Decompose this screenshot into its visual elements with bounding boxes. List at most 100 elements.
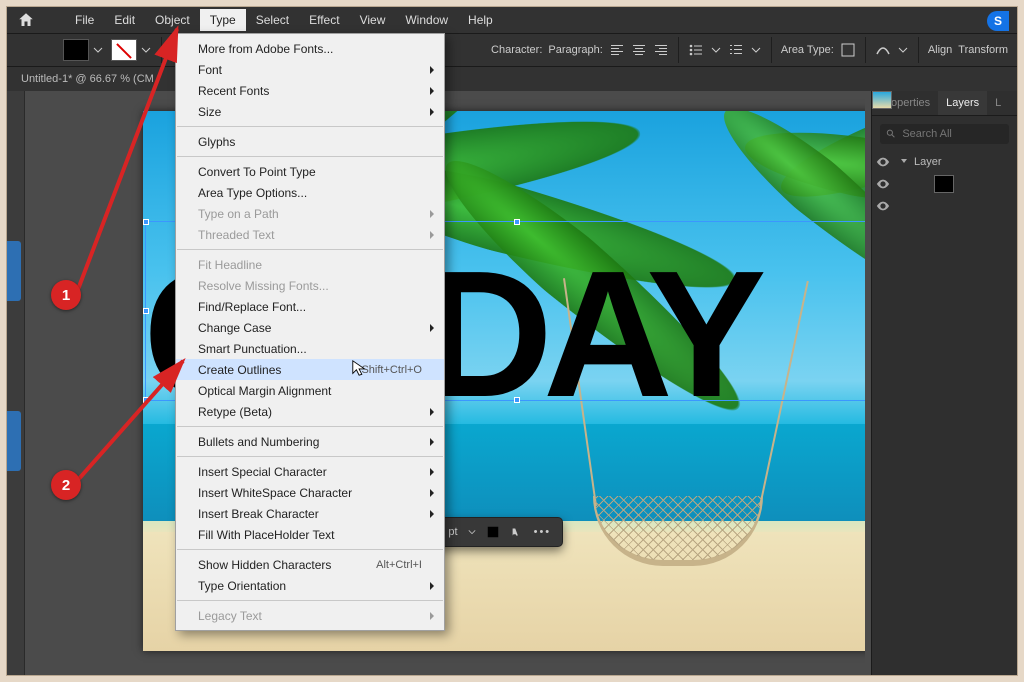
menu-item-show-hidden-characters[interactable]: Show Hidden CharactersAlt+Ctrl+I	[176, 554, 444, 575]
menu-effect[interactable]: Effect	[299, 9, 349, 31]
menu-item-label: Insert Break Character	[198, 507, 319, 521]
character-label: Character:	[491, 44, 542, 56]
transform-label[interactable]: Transform	[958, 44, 1008, 56]
workarea: CH DAY 190 pt	[7, 91, 1017, 675]
numlist-dd-icon[interactable]	[751, 45, 761, 55]
menu-item-glyphs[interactable]: Glyphs	[176, 131, 444, 152]
menu-item-smart-punctuation[interactable]: Smart Punctuation...	[176, 338, 444, 359]
menu-separator	[177, 426, 443, 427]
mouse-cursor-icon	[351, 359, 369, 377]
menu-item-insert-break-character[interactable]: Insert Break Character	[176, 503, 444, 524]
menu-item-threaded-text: Threaded Text	[176, 224, 444, 245]
menu-select[interactable]: Select	[246, 9, 299, 31]
warp-dd-icon[interactable]	[898, 45, 908, 55]
stroke-swatch[interactable]	[111, 39, 137, 61]
submenu-arrow-icon	[428, 63, 436, 77]
menu-item-label: Size	[198, 105, 221, 119]
menu-separator	[177, 549, 443, 550]
menu-object[interactable]: Object	[145, 9, 200, 31]
visibility-icon[interactable]	[876, 199, 890, 213]
menu-type[interactable]: Type	[200, 9, 246, 31]
document-tab[interactable]: Untitled-1* @ 66.67 % (CM	[7, 67, 1017, 91]
menu-item-label: Type Orientation	[198, 579, 286, 593]
layers-search-input[interactable]	[902, 128, 1003, 140]
list-dd-icon[interactable]	[711, 45, 721, 55]
menu-separator	[177, 456, 443, 457]
submenu-arrow-icon	[428, 321, 436, 335]
layer-thumb	[872, 91, 892, 109]
area-type-label: Area Type:	[781, 44, 834, 56]
share-button[interactable]: S	[987, 11, 1009, 31]
visibility-icon[interactable]	[876, 177, 890, 191]
menu-item-more-from-adobe-fonts[interactable]: More from Adobe Fonts...	[176, 38, 444, 59]
menu-item-label: Area Type Options...	[198, 186, 307, 200]
app-window: FileEditObjectTypeSelectEffectViewWindow…	[6, 6, 1018, 676]
canvas-viewport[interactable]: CH DAY 190 pt	[33, 91, 865, 675]
left-ruler	[7, 91, 25, 675]
submenu-arrow-icon	[428, 84, 436, 98]
menu-separator	[177, 126, 443, 127]
menu-item-convert-to-point-type[interactable]: Convert To Point Type	[176, 161, 444, 182]
control-bar: Character: Paragraph: Area Type: Align T…	[7, 33, 1017, 67]
twisty-icon[interactable]	[900, 156, 910, 168]
submenu-arrow-icon	[428, 435, 436, 449]
menu-help[interactable]: Help	[458, 9, 503, 31]
menu-edit[interactable]: Edit	[104, 9, 145, 31]
align-center-icon[interactable]	[630, 41, 648, 59]
stroke-dropdown-icon[interactable]	[141, 45, 151, 55]
char-panel-icon[interactable]	[510, 525, 524, 539]
layers-tab[interactable]: Layers	[938, 91, 987, 115]
align-label[interactable]: Align	[928, 44, 952, 56]
menu-item-insert-whitespace-character[interactable]: Insert WhiteSpace Character	[176, 482, 444, 503]
menu-shortcut: Shift+Ctrl+O	[361, 364, 422, 376]
menu-item-insert-special-character[interactable]: Insert Special Character	[176, 461, 444, 482]
menu-view[interactable]: View	[350, 9, 396, 31]
menu-item-font[interactable]: Font	[176, 59, 444, 80]
visibility-icon[interactable]	[876, 155, 890, 169]
area-type-icon[interactable]	[839, 41, 857, 59]
more-icon[interactable]: •••	[534, 526, 552, 538]
font-size-dd[interactable]	[468, 528, 476, 536]
align-right-icon[interactable]	[652, 41, 670, 59]
doc-title: Untitled-1* @ 66.67 % (CM	[21, 73, 154, 85]
menu-item-find-replace-font[interactable]: Find/Replace Font...	[176, 296, 444, 317]
submenu-arrow-icon	[428, 609, 436, 623]
menu-item-type-on-a-path: Type on a Path	[176, 203, 444, 224]
menu-file[interactable]: File	[65, 9, 104, 31]
menu-item-optical-margin-alignment[interactable]: Optical Margin Alignment	[176, 380, 444, 401]
menu-item-fill-with-placeholder-text[interactable]: Fill With PlaceHolder Text	[176, 524, 444, 545]
number-list-icon[interactable]	[727, 41, 745, 59]
menu-item-type-orientation[interactable]: Type Orientation	[176, 575, 444, 596]
warp-icon[interactable]	[874, 41, 892, 59]
menu-item-label: Insert Special Character	[198, 465, 327, 479]
sublayer-row[interactable]	[872, 196, 1017, 216]
menu-item-bullets-and-numbering[interactable]: Bullets and Numbering	[176, 431, 444, 452]
layer-row[interactable]: Layer	[872, 152, 1017, 172]
bullet-list-icon[interactable]	[687, 41, 705, 59]
submenu-arrow-icon	[428, 207, 436, 221]
menu-item-label: Threaded Text	[198, 228, 275, 242]
menu-item-create-outlines[interactable]: Create OutlinesShift+Ctrl+O	[176, 359, 444, 380]
menu-item-size[interactable]: Size	[176, 101, 444, 122]
align-left-icon[interactable]	[608, 41, 626, 59]
menu-window[interactable]: Window	[395, 9, 458, 31]
menu-item-label: Change Case	[198, 321, 271, 335]
libraries-tab[interactable]: L	[987, 91, 1009, 115]
artboard-marker	[7, 241, 21, 301]
menu-item-recent-fonts[interactable]: Recent Fonts	[176, 80, 444, 101]
type-menu-dropdown[interactable]: More from Adobe Fonts... Font Recent Fonts…	[175, 33, 445, 631]
menu-item-label: Font	[198, 63, 222, 77]
menu-item-area-type-options[interactable]: Area Type Options...	[176, 182, 444, 203]
submenu-arrow-icon	[428, 579, 436, 593]
layers-search[interactable]	[880, 124, 1009, 144]
menu-item-retype-beta[interactable]: Retype (Beta)	[176, 401, 444, 422]
home-icon[interactable]	[17, 11, 35, 29]
menu-item-resolve-missing-fonts: Resolve Missing Fonts...	[176, 275, 444, 296]
layer-thumb	[934, 175, 954, 193]
menu-item-legacy-text: Legacy Text	[176, 605, 444, 626]
fill-dropdown-icon[interactable]	[93, 45, 103, 55]
fill-swatch[interactable]	[63, 39, 89, 61]
menu-item-change-case[interactable]: Change Case	[176, 317, 444, 338]
sublayer-row[interactable]	[872, 172, 1017, 196]
fill-color-icon[interactable]	[486, 525, 500, 539]
